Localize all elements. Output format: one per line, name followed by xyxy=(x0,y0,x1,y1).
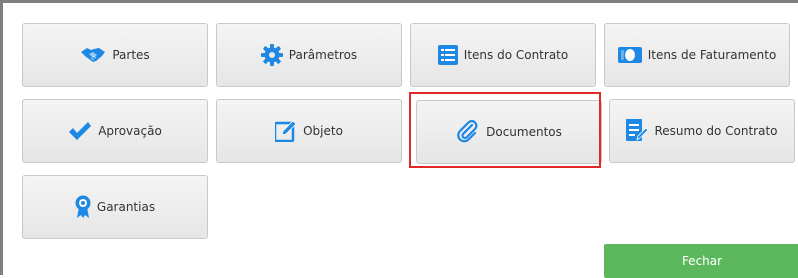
itens-do-contrato-button[interactable]: Itens do Contrato xyxy=(410,23,596,87)
itens-do-contrato-label: Itens do Contrato xyxy=(463,48,569,62)
resumo-do-contrato-button[interactable]: Resumo do Contrato xyxy=(609,99,795,163)
itens-de-faturamento-label: Itens de Faturamento xyxy=(647,48,777,62)
partes-label: Partes xyxy=(112,48,150,62)
parametros-button[interactable]: Parâmetros xyxy=(216,23,402,87)
objeto-button[interactable]: Objeto xyxy=(216,99,402,163)
paperclip-icon xyxy=(456,120,480,144)
dialog-frame: Partes Parâmetros Itens do Contrato Iten… xyxy=(0,0,798,278)
garantias-label: Garantias xyxy=(96,200,156,214)
parametros-label: Parâmetros xyxy=(288,48,358,62)
partes-button[interactable]: Partes xyxy=(22,23,208,87)
documentos-label: Documentos xyxy=(486,125,562,139)
edit-icon xyxy=(275,120,297,142)
list-icon xyxy=(437,45,458,65)
garantias-button[interactable]: Garantias xyxy=(22,175,208,239)
billing-icon xyxy=(617,47,642,63)
award-ribbon-icon xyxy=(75,195,91,219)
aprovacao-button[interactable]: Aprovação xyxy=(22,99,208,163)
aprovacao-label: Aprovação xyxy=(98,124,162,138)
documentos-button[interactable]: Documentos xyxy=(416,100,602,164)
objeto-label: Objeto xyxy=(303,124,343,138)
document-edit-icon xyxy=(626,119,649,143)
checkmark-icon xyxy=(68,121,92,141)
close-button[interactable]: Fechar xyxy=(604,244,798,278)
handshake-icon xyxy=(80,46,106,64)
gear-icon xyxy=(260,44,283,66)
resumo-do-contrato-label: Resumo do Contrato xyxy=(654,124,778,138)
itens-de-faturamento-button[interactable]: Itens de Faturamento xyxy=(604,23,790,87)
